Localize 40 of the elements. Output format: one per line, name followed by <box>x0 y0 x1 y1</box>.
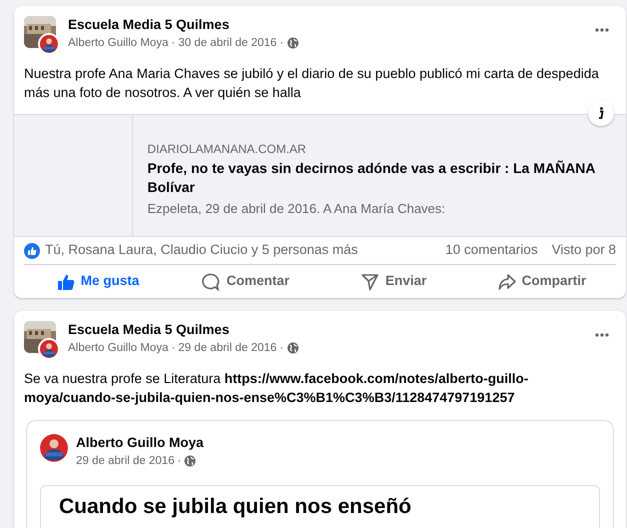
link-domain: DIARIOLAMANANA.COM.AR <box>147 141 308 157</box>
separator-dot: · <box>177 454 182 469</box>
post-date[interactable]: 30 de abril de 2016 <box>178 35 277 51</box>
globe-icon <box>184 455 196 467</box>
send-button[interactable]: Enviar <box>320 271 468 292</box>
separator-dot: · <box>171 341 176 356</box>
page-name[interactable]: Escuela Media 5 Quilmes <box>68 321 592 339</box>
share-button[interactable]: Compartir <box>468 271 616 292</box>
author-name[interactable]: Alberto Guillo Moya <box>76 434 204 452</box>
speech-bubble-icon <box>202 272 220 290</box>
thumbs-up-icon <box>56 272 75 290</box>
post-text: Nuestra profe Ana Maria Chaves se jubiló y el diario de su pueblo publicó mi carta de despedida más una foto de nosotros. A ver quién se halla <box>23 65 600 102</box>
seen-count[interactable]: Visto por 8 <box>552 240 616 261</box>
author-name[interactable]: Alberto Guillo Moya <box>68 35 168 51</box>
link-title: Profe, no te vayas sin decirnos adónde vas a escribir : La MAÑANA Bolívar <box>147 159 596 197</box>
like-button[interactable]: Me gusta <box>24 271 172 292</box>
more-icon <box>595 28 609 32</box>
share-arrow-icon <box>498 272 516 290</box>
post-date[interactable]: 29 de abril de 2016 <box>76 453 174 469</box>
globe-icon <box>286 37 299 49</box>
like-reaction-icon <box>24 242 40 258</box>
separator-dot: · <box>171 36 176 51</box>
more-icon <box>595 333 609 337</box>
info-icon <box>598 107 604 119</box>
separator-dot: · <box>280 36 284 51</box>
shared-note-card[interactable]: Alberto Guillo Moya 29 de abril de 2016 · Cuando se jubila quien nos enseñó <box>26 420 614 528</box>
note-title: Cuando se jubila quien nos enseñó <box>59 494 412 520</box>
link-preview-card[interactable]: DIARIOLAMANANA.COM.AR Profe, no te vayas sin decirnos adónde vas a escribir : La MAÑANA Bolívar Ezpeleta, 29 de abril de 2016. A Ana María Chaves: <box>14 114 626 237</box>
link-description: Ezpeleta, 29 de abril de 2016. A Ana María Chaves: <box>147 200 446 218</box>
post-date[interactable]: 29 de abril de 2016 <box>178 340 277 356</box>
separator-dot: · <box>280 341 284 356</box>
send-icon <box>361 272 380 290</box>
globe-icon <box>286 342 299 354</box>
comments-count[interactable]: 10 comentarios <box>445 240 538 261</box>
author-name[interactable]: Alberto Guillo Moya <box>68 340 168 356</box>
page-name[interactable]: Escuela Media 5 Quilmes <box>68 16 592 34</box>
reactions-summary[interactable]: Tú, Rosana Laura, Claudio Ciucio y 5 personas más <box>45 240 446 261</box>
info-button[interactable] <box>588 100 614 126</box>
post-text: Se va nuestra profe se Literatura https://www.facebook.com/notes/alberto-guillo-moya/cuando-se-jubila-quien-nos-ense%C3%B1%C3%B3/1128474797191257 <box>23 370 530 407</box>
comment-button[interactable]: Comentar <box>172 271 320 292</box>
